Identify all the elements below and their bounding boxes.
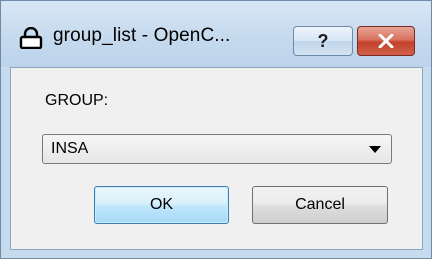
cancel-button-label: Cancel	[295, 196, 345, 213]
chevron-down-icon[interactable]	[369, 146, 381, 153]
close-button[interactable]	[357, 26, 415, 56]
dialog-content: GROUP: INSA OK Cancel	[10, 67, 423, 250]
title-bar[interactable]: group_list - OpenC... ?	[1, 1, 431, 67]
cancel-button[interactable]: Cancel	[252, 186, 388, 224]
close-icon	[378, 34, 394, 48]
ok-button-label: OK	[149, 196, 174, 213]
group-select-value: INSA	[51, 140, 89, 157]
group-label: GROUP:	[45, 92, 109, 109]
dialog-window: group_list - OpenC... ? GROUP: INSA OK C…	[0, 0, 432, 259]
lock-icon	[19, 27, 43, 49]
ok-button[interactable]: OK	[94, 186, 229, 224]
group-select[interactable]: INSA	[42, 134, 392, 164]
help-button-label: ?	[317, 30, 329, 51]
help-button[interactable]: ?	[293, 26, 353, 56]
window-title: group_list - OpenC...	[53, 25, 231, 46]
